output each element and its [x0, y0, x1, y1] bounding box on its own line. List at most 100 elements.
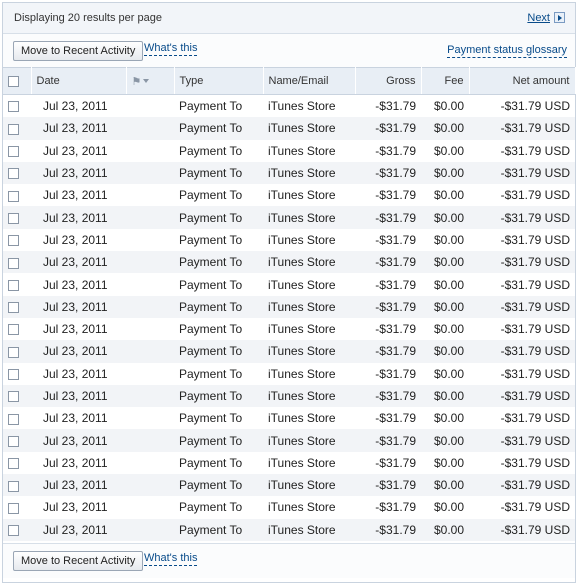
table-row[interactable]: Jul 23, 2011 Payment To iTunes Store -$31.7… [3, 407, 575, 429]
row-checkbox[interactable] [8, 435, 19, 447]
row-select-cell [3, 229, 31, 251]
row-flag [126, 273, 174, 295]
row-name: iTunes Store [268, 500, 336, 515]
row-name: iTunes Store [263, 251, 355, 274]
whats-this-link[interactable]: What's this [144, 42, 198, 56]
table-row[interactable]: Jul 23, 2011 Payment To iTunes Store -$31.7… [3, 384, 575, 408]
row-checkbox[interactable] [8, 123, 19, 135]
flag-icon: ⚑ [131, 75, 142, 88]
row-checkbox[interactable] [8, 458, 19, 470]
row-name: iTunes Store [268, 366, 336, 381]
table-row[interactable]: Jul 23, 2011 Payment To iTunes Store -$31.7… [3, 295, 575, 318]
move-to-recent-activity-button[interactable]: Move to Recent Activity [13, 41, 144, 61]
row-type: Payment To [174, 429, 263, 452]
table-row[interactable]: Jul 23, 2011 Payment To iTunes Store -$31.7… [3, 273, 575, 295]
row-checkbox[interactable] [8, 212, 19, 224]
row-select-cell [3, 474, 31, 497]
row-checkbox[interactable] [8, 101, 19, 113]
table-row[interactable]: Jul 23, 2011 Payment To iTunes Store -$31.7… [3, 318, 575, 340]
row-type: Payment To [179, 455, 243, 470]
row-fee: $0.00 [421, 474, 469, 497]
row-checkbox[interactable] [8, 146, 19, 158]
column-gross[interactable]: Gross [355, 67, 422, 95]
row-flag [126, 452, 174, 474]
column-flag[interactable]: ⚑ [126, 67, 175, 95]
row-name: iTunes Store [263, 206, 355, 229]
row-net: -$31.79 USD [500, 411, 570, 426]
table-row[interactable]: Jul 23, 2011 Payment To iTunes Store -$31.7… [3, 229, 575, 251]
row-gross: -$31.79 [355, 161, 421, 185]
table-row[interactable]: Jul 23, 2011 Payment To iTunes Store -$31.7… [3, 184, 575, 206]
move-to-recent-activity-button-bottom[interactable]: Move to Recent Activity [13, 551, 144, 571]
row-type: Payment To [179, 232, 243, 247]
whats-this-link-bottom[interactable]: What's this [144, 552, 198, 566]
table-row[interactable]: Jul 23, 2011 Payment To iTunes Store -$31.7… [3, 429, 575, 452]
row-flag [126, 161, 174, 185]
row-net: -$31.79 USD [500, 366, 570, 381]
table-row[interactable]: Jul 23, 2011 Payment To iTunes Store -$31.7… [3, 474, 575, 497]
table-row[interactable]: Jul 23, 2011 Payment To iTunes Store -$31.7… [3, 161, 575, 185]
row-type: Payment To [179, 322, 243, 337]
next-page-link[interactable]: Next [527, 12, 550, 24]
row-checkbox[interactable] [8, 369, 19, 381]
row-checkbox[interactable] [8, 257, 19, 269]
row-type: Payment To [174, 251, 263, 274]
row-checkbox[interactable] [8, 302, 19, 314]
row-gross: -$31.79 [375, 99, 416, 114]
row-checkbox[interactable] [8, 346, 19, 358]
table-row[interactable]: Jul 23, 2011 Payment To iTunes Store -$31.7… [3, 95, 575, 118]
row-type: Payment To [179, 411, 243, 426]
row-gross: -$31.79 [375, 322, 416, 337]
row-fee: $0.00 [433, 277, 464, 292]
column-date[interactable]: Date [31, 67, 127, 95]
table-row[interactable]: Jul 23, 2011 Payment To iTunes Store -$31.7… [3, 340, 575, 363]
row-select-cell [3, 184, 31, 206]
row-name: iTunes Store [268, 277, 336, 292]
row-fee: $0.00 [433, 99, 464, 114]
table-row[interactable]: Jul 23, 2011 Payment To iTunes Store -$31.7… [3, 452, 575, 474]
row-flag [126, 429, 174, 452]
column-type[interactable]: Type [174, 67, 264, 95]
row-checkbox[interactable] [8, 525, 19, 537]
column-name-email[interactable]: Name/Email [263, 67, 356, 95]
chevron-right-icon[interactable] [554, 12, 565, 23]
row-name: iTunes Store [268, 99, 336, 114]
row-gross: -$31.79 [375, 366, 416, 381]
table-row[interactable]: Jul 23, 2011 Payment To iTunes Store -$31.7… [3, 251, 575, 274]
row-net: -$31.79 USD [500, 232, 570, 247]
row-net: -$31.79 USD [500, 277, 570, 292]
row-date: Jul 23, 2011 [31, 251, 126, 274]
row-checkbox[interactable] [8, 502, 19, 514]
payment-status-glossary-link[interactable]: Payment status glossary [447, 44, 567, 58]
row-flag [126, 117, 174, 140]
row-checkbox[interactable] [8, 480, 19, 492]
row-checkbox[interactable] [8, 391, 19, 403]
row-net: -$31.79 USD [469, 295, 575, 318]
row-flag [126, 496, 174, 518]
row-fee: $0.00 [421, 251, 469, 274]
table-row[interactable]: Jul 23, 2011 Payment To iTunes Store -$31.7… [3, 117, 575, 140]
table-row[interactable]: Jul 23, 2011 Payment To iTunes Store -$31.7… [3, 206, 575, 229]
row-checkbox[interactable] [8, 190, 19, 202]
table-row[interactable]: Jul 23, 2011 Payment To iTunes Store -$31.7… [3, 363, 575, 385]
column-fee[interactable]: Fee [421, 67, 470, 95]
row-checkbox[interactable] [8, 279, 19, 291]
row-gross: -$31.79 [375, 277, 416, 292]
row-name: iTunes Store [268, 143, 336, 158]
row-fee: $0.00 [433, 143, 464, 158]
row-date: Jul 23, 2011 [31, 518, 126, 541]
row-gross: -$31.79 [375, 143, 416, 158]
row-checkbox[interactable] [8, 168, 19, 180]
row-date: Jul 23, 2011 [31, 206, 126, 229]
row-checkbox[interactable] [8, 413, 19, 425]
table-row[interactable]: Jul 23, 2011 Payment To iTunes Store -$31.7… [3, 140, 575, 162]
row-fee: $0.00 [421, 206, 469, 229]
select-all-checkbox[interactable] [8, 75, 19, 87]
table-row[interactable]: Jul 23, 2011 Payment To iTunes Store -$31.7… [3, 518, 575, 541]
row-checkbox[interactable] [8, 324, 19, 336]
row-checkbox[interactable] [8, 235, 19, 247]
row-select-cell [3, 161, 31, 185]
row-select-cell [3, 318, 31, 340]
column-net-amount[interactable]: Net amount [469, 67, 576, 95]
table-row[interactable]: Jul 23, 2011 Payment To iTunes Store -$31.7… [3, 496, 575, 518]
